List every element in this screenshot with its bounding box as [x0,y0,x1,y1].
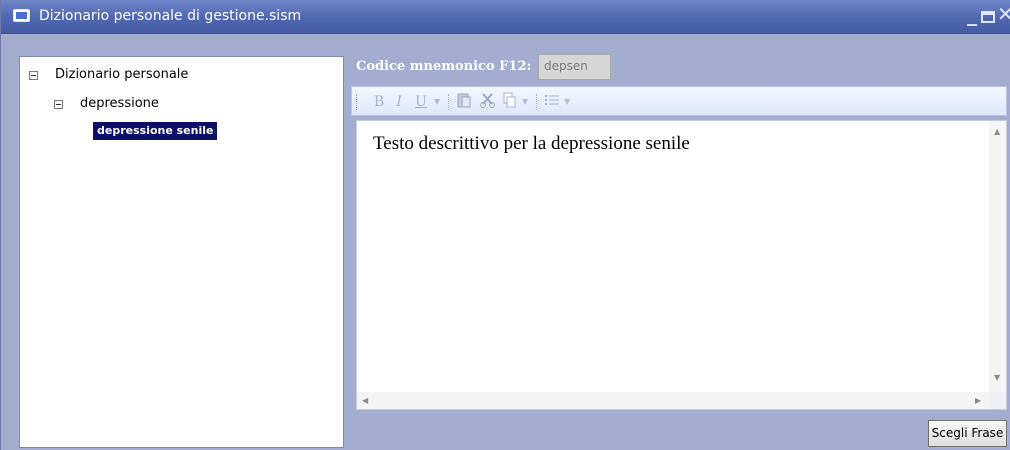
title-bar[interactable]: Dizionario personale di gestione.sism _ … [1,0,1010,34]
underline-dropdown-icon[interactable]: ▼ [434,93,440,111]
cut-icon[interactable] [480,92,496,112]
toolbar-separator [448,94,450,110]
close-button[interactable]: ✕ [997,2,1010,26]
bold-icon[interactable]: B [372,92,386,112]
mnemonic-code-label: Codice mnemonico F12: [356,59,532,74]
window-title: Dizionario personale di gestione.sism [39,8,302,24]
formatting-toolbar: B I U ▼ ▼ ▼ [351,86,1007,116]
dictionary-tree[interactable]: Dizionario personale depressione depress… [19,56,344,448]
vertical-scrollbar[interactable]: ▲ ▼ [989,121,1006,393]
horizontal-scrollbar[interactable]: ◀ ▶ [357,392,990,409]
application-window: Dizionario personale di gestione.sism _ … [0,0,1010,450]
italic-icon[interactable]: I [392,92,406,112]
list-dropdown-icon[interactable]: ▼ [564,93,570,111]
maximize-button[interactable] [981,11,995,23]
collapse-icon[interactable] [54,100,63,109]
app-window-icon [13,9,30,22]
list-icon[interactable] [544,92,560,112]
editor-content[interactable]: Testo descrittivo per la depressione sen… [373,133,690,155]
toolbar-grip[interactable] [356,94,359,110]
choose-phrase-button[interactable]: Scegli Frase [928,420,1007,447]
scroll-left-icon[interactable]: ◀ [362,396,368,406]
tree-node-leaf[interactable]: depressione senile [20,121,340,141]
toolbar-separator [536,94,538,110]
tree-node-child[interactable]: depressione [20,95,340,115]
tree-node-leaf-label[interactable]: depressione senile [93,122,218,140]
scroll-up-icon[interactable]: ▲ [994,127,1000,137]
underline-icon[interactable]: U [414,92,428,112]
minimize-button[interactable]: _ [967,2,977,26]
scroll-down-icon[interactable]: ▼ [994,373,1000,383]
paste-icon[interactable] [456,92,472,112]
copy-dropdown-icon[interactable]: ▼ [522,93,528,111]
tree-node-root[interactable]: Dizionario personale [20,65,340,85]
description-editor[interactable]: Testo descrittivo per la depressione sen… [356,120,1007,410]
copy-icon[interactable] [502,92,518,112]
tree-node-child-label[interactable]: depressione [80,96,159,111]
collapse-icon[interactable] [29,71,38,80]
scroll-right-icon[interactable]: ▶ [975,396,981,406]
mnemonic-code-field[interactable]: depsen [538,54,611,80]
tree-node-root-label[interactable]: Dizionario personale [55,67,188,82]
scrollbar-corner [989,392,1006,409]
